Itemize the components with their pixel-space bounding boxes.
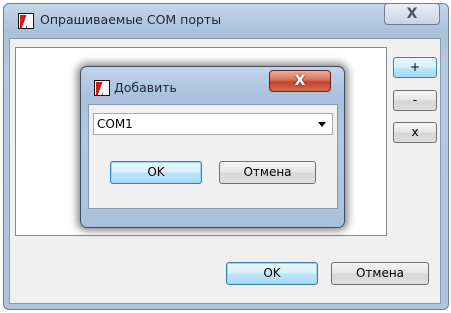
clear-ports-button[interactable]: x xyxy=(393,122,437,143)
add-port-button[interactable]: + xyxy=(393,57,437,78)
main-cancel-button[interactable]: Отмена xyxy=(331,262,429,285)
port-select-value: COM1 xyxy=(97,117,133,131)
main-window-title: Опрашиваемые COM порты xyxy=(40,12,222,27)
dialog-app-icon xyxy=(94,80,110,96)
dialog-cancel-button[interactable]: Отмена xyxy=(219,161,316,184)
main-close-button[interactable]: X xyxy=(384,3,440,25)
chevron-down-icon[interactable] xyxy=(318,122,326,127)
port-select[interactable]: COM1 xyxy=(93,113,333,135)
dialog-ok-button[interactable]: OK xyxy=(110,161,202,184)
main-ok-button[interactable]: OK xyxy=(226,262,318,285)
remove-port-button[interactable]: - xyxy=(393,90,437,111)
app-icon xyxy=(18,13,34,29)
dialog-close-button[interactable]: X xyxy=(269,70,331,92)
add-dialog-title: Добавить xyxy=(114,80,177,95)
